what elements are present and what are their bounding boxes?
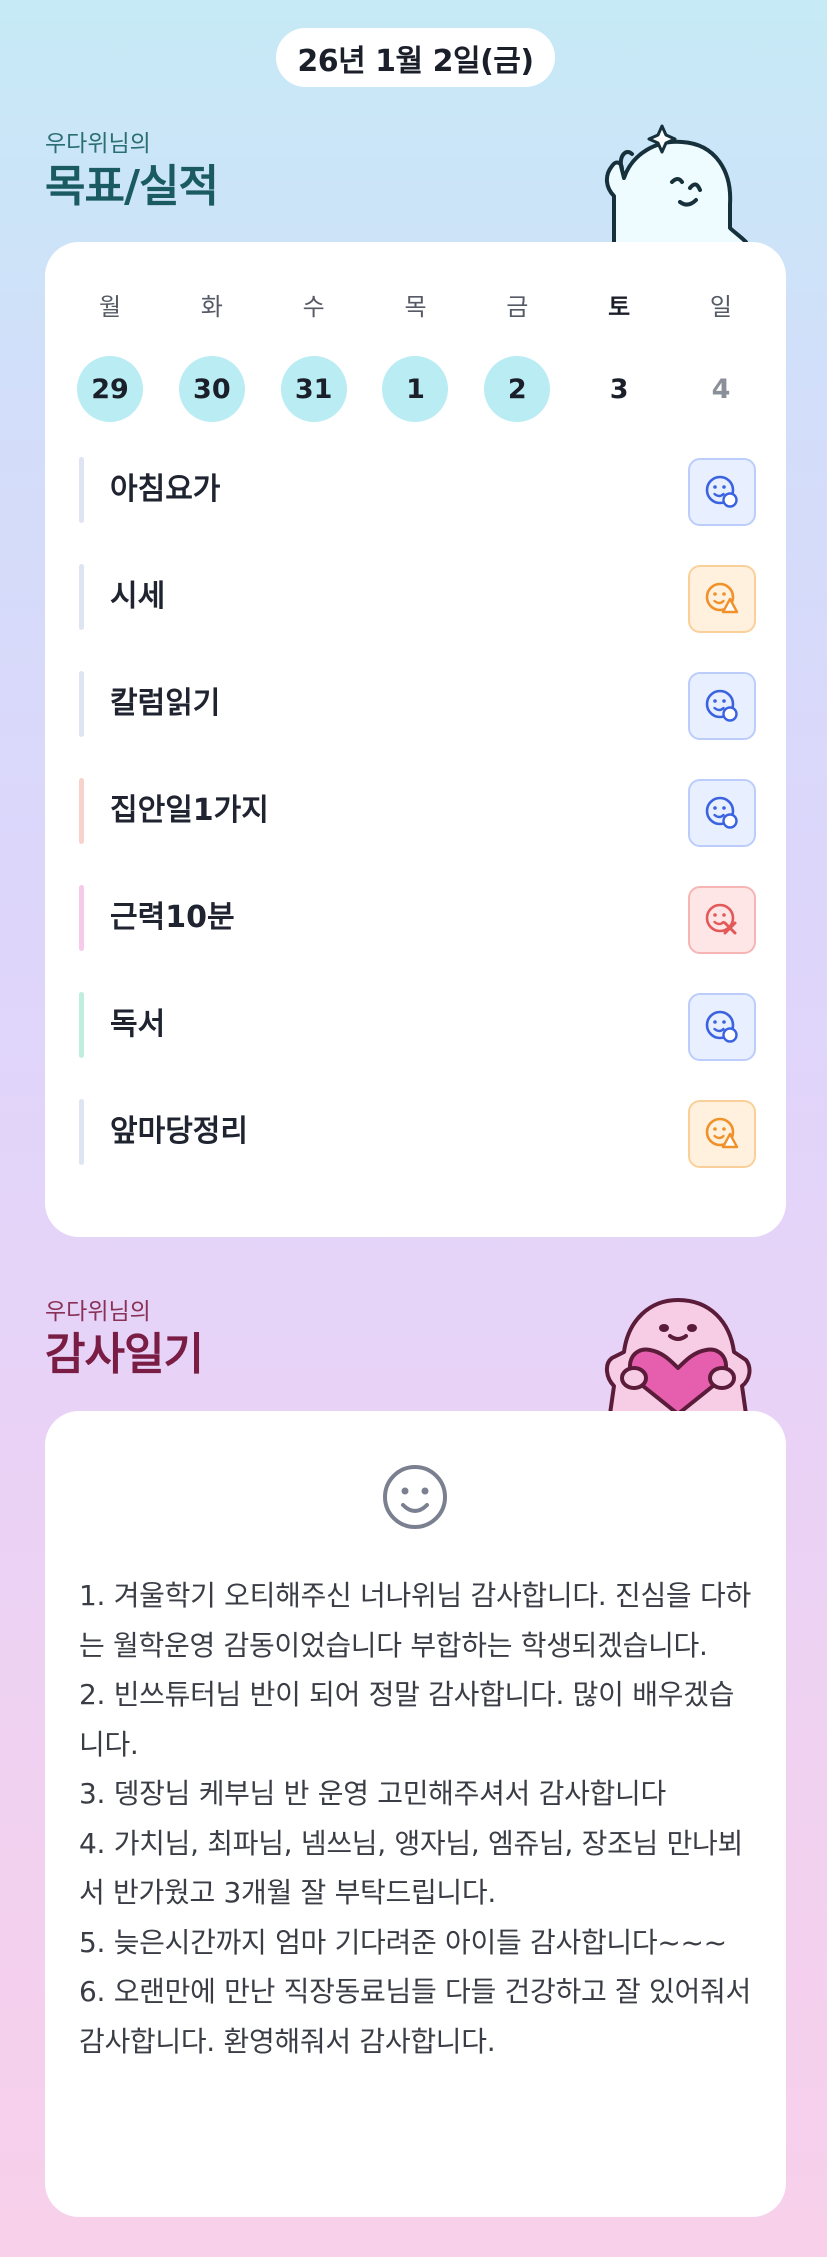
goal-color-bar [79,671,84,737]
goal-color-bar [79,992,84,1058]
diary-text: 1. 겨울학기 오티해주신 너나위님 감사합니다. 진심을 다하는 월학운영 감… [79,1579,751,2058]
diary-title: 감사일기 [45,1329,204,1380]
calendar-date[interactable]: 4 [686,356,756,422]
goal-color-bar [79,457,84,523]
weekday-label: 월 [98,293,122,321]
smile-check-icon[interactable] [688,672,756,740]
goal-name: 칼럼읽기 [110,686,221,721]
goal-list: 아침요가시세칼럼읽기집안일1가지근력10분독서앞마당정리 [79,457,756,1206]
weekday-label: 일 [709,293,733,321]
goals-card: 월 화 수 목 금 토 일 29 30 31 1 2 3 4 아침요가시세칼럼읽기집안일1가지근력10분… [45,242,786,1237]
goal-color-bar [79,885,84,951]
heart-ghost-mascot-icon [605,1298,752,1414]
calendar-date[interactable]: 3 [584,356,654,422]
date-selector[interactable]: 26년 1월 2일(금) [276,28,555,87]
smile-warning-icon[interactable] [688,1100,756,1168]
calendar-date[interactable]: 31 [280,356,347,422]
calendar-date[interactable]: 30 [178,356,245,422]
smile-check-icon[interactable] [688,993,756,1061]
goal-item[interactable]: 칼럼읽기 [79,671,756,740]
goal-name: 근력10분 [110,900,235,935]
goal-color-bar [79,778,84,844]
goal-item[interactable]: 앞마당정리 [79,1099,756,1168]
goal-name: 집안일1가지 [110,793,269,828]
calendar-date[interactable]: 29 [77,356,143,422]
goal-name: 앞마당정리 [110,1114,248,1149]
goal-name: 시세 [110,579,166,614]
weekday-label: 금 [506,293,529,321]
weekday-label: 토 [608,293,631,321]
weekday-label: 목 [404,293,427,321]
goal-item[interactable]: 독서 [79,992,756,1061]
weekday-label: 화 [200,293,223,321]
goal-item[interactable]: 집안일1가지 [79,778,756,847]
smile-check-icon[interactable] [688,779,756,847]
calendar-date[interactable]: 1 [382,356,449,422]
goals-title: 목표/실적 [45,161,219,212]
goal-color-bar [79,1099,84,1165]
smile-warning-icon[interactable] [688,565,756,633]
diary-card: 1. 겨울학기 오티해주신 너나위님 감사합니다. 진심을 다하는 월학운영 감… [45,1411,786,2217]
goal-item[interactable]: 아침요가 [79,457,756,526]
goal-name: 아침요가 [110,472,221,507]
smile-face-icon [383,1465,447,1529]
ghost-mascot-icon [605,124,748,246]
goal-item[interactable]: 시세 [79,564,756,633]
goal-item[interactable]: 근력10분 [79,885,756,954]
smile-check-icon[interactable] [688,458,756,526]
weekday-label: 수 [302,293,325,321]
week-calendar: 월 화 수 목 금 토 일 29 30 31 1 2 3 4 [75,287,756,422]
calendar-date[interactable]: 2 [484,356,551,422]
smile-x-icon[interactable] [688,886,756,954]
goal-name: 독서 [110,1007,166,1042]
goal-color-bar [79,564,84,630]
